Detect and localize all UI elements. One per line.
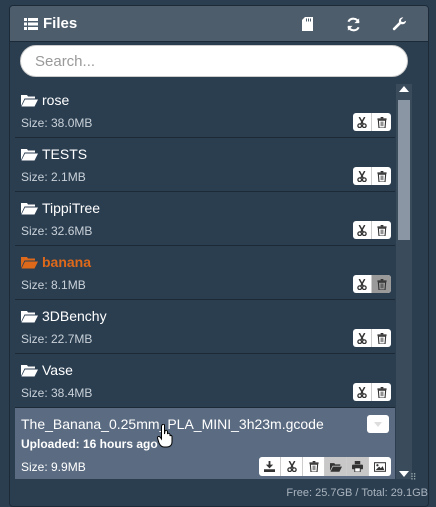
folder-actions	[353, 113, 391, 131]
download-icon	[264, 461, 275, 472]
file-uploaded: Uploaded: 16 hours ago	[21, 437, 158, 451]
folder-item[interactable]: 3DBenchy Size: 22.7MB	[15, 300, 395, 354]
delete-button[interactable]	[372, 383, 391, 401]
folder-name: rose	[21, 92, 69, 108]
trash-icon	[376, 224, 387, 236]
folder-size: Size: 8.1MB	[21, 278, 86, 292]
panel-title-text: Files	[43, 15, 78, 32]
folder-name: 3DBenchy	[21, 308, 107, 324]
scroll-up-arrow[interactable]	[399, 86, 409, 92]
trash-icon	[376, 278, 387, 290]
gcode-file-item[interactable]: The_Banana_0.25mm_PLA_MINI_3h23m.gcode U…	[15, 408, 395, 479]
folder-size: Size: 2.1MB	[21, 170, 86, 184]
folder-name: Vase	[21, 362, 73, 378]
folder-actions	[353, 383, 391, 401]
folder-size: Size: 22.7MB	[21, 332, 93, 346]
folder-open-icon	[21, 310, 38, 322]
file-list-scrollbar[interactable]	[396, 84, 412, 479]
scroll-thumb[interactable]	[398, 100, 410, 240]
folder-open-icon	[329, 462, 342, 472]
delete-button[interactable]	[372, 167, 391, 185]
folder-open-icon	[21, 202, 38, 214]
folder-actions	[353, 221, 391, 239]
folder-name: TESTS	[21, 146, 87, 162]
preview-button[interactable]	[369, 457, 391, 476]
folder-name: TippiTree	[21, 200, 100, 216]
delete-button[interactable]	[372, 113, 391, 131]
print-button[interactable]	[347, 457, 369, 476]
cut-button[interactable]	[281, 457, 303, 476]
storage-info: Free: 25.7GB / Total: 29.1GB	[286, 487, 428, 499]
scroll-down-arrow[interactable]	[399, 471, 409, 477]
file-size: Size: 9.9MB	[21, 460, 86, 474]
sd-card-icon	[301, 17, 313, 31]
folder-name-label: TippiTree	[42, 200, 101, 216]
trash-icon	[308, 461, 319, 472]
folder-open-icon	[21, 364, 38, 376]
refresh-icon	[346, 17, 360, 31]
print-icon	[352, 461, 363, 472]
chevron-down-icon	[374, 421, 382, 427]
cut-button[interactable]	[353, 113, 372, 131]
search-container	[20, 45, 408, 77]
file-actions	[259, 457, 391, 476]
folder-name-label: banana	[42, 254, 92, 270]
folder-item[interactable]: TESTS Size: 2.1MB	[15, 138, 395, 192]
folder-actions	[353, 275, 391, 293]
settings-button[interactable]	[376, 6, 422, 42]
scissors-icon	[357, 386, 367, 398]
cut-button[interactable]	[353, 167, 372, 185]
load-button[interactable]	[325, 457, 347, 476]
folder-name: banana	[21, 254, 91, 270]
cut-button[interactable]	[353, 329, 372, 347]
scissors-icon	[357, 116, 367, 128]
trash-icon	[376, 386, 387, 398]
scissors-icon	[357, 170, 367, 182]
folder-item[interactable]: TippiTree Size: 32.6MB	[15, 192, 395, 246]
panel-header: Files	[10, 6, 428, 42]
delete-button[interactable]	[372, 221, 391, 239]
download-button[interactable]	[259, 457, 281, 476]
cut-button[interactable]	[353, 383, 372, 401]
folder-open-icon	[21, 148, 38, 160]
scissors-icon	[357, 332, 367, 344]
cut-button[interactable]	[353, 221, 372, 239]
folder-size: Size: 38.4MB	[21, 386, 93, 400]
folder-item[interactable]: rose Size: 38.0MB	[15, 84, 395, 138]
wrench-icon	[392, 16, 406, 30]
scissors-icon	[357, 224, 367, 236]
folder-actions	[353, 167, 391, 185]
delete-button[interactable]	[303, 457, 325, 476]
delete-button[interactable]	[372, 275, 391, 293]
folder-name-label: 3DBenchy	[42, 308, 107, 324]
scissors-icon	[286, 461, 297, 472]
folder-item[interactable]: banana Size: 8.1MB	[15, 246, 395, 300]
folder-size: Size: 38.0MB	[21, 116, 93, 130]
trash-icon	[376, 332, 387, 344]
refresh-button[interactable]	[330, 6, 376, 42]
resize-grip-icon[interactable]: ⠿	[410, 472, 417, 483]
folder-name-label: TESTS	[42, 146, 88, 162]
sd-card-button[interactable]	[284, 6, 330, 42]
expand-toggle-button[interactable]	[367, 415, 389, 433]
folder-name-label: rose	[42, 92, 70, 108]
trash-icon	[376, 170, 387, 182]
folder-name-label: Vase	[42, 362, 73, 378]
scissors-icon	[357, 278, 367, 290]
search-input[interactable]	[20, 45, 408, 77]
panel-title: Files	[24, 15, 77, 32]
hand-cursor-icon	[157, 424, 173, 448]
image-icon	[374, 461, 386, 472]
list-icon	[24, 17, 38, 30]
folder-item[interactable]: Vase Size: 38.4MB	[15, 354, 395, 408]
folder-size: Size: 32.6MB	[21, 224, 93, 238]
folder-open-icon	[21, 94, 38, 106]
cut-button[interactable]	[353, 275, 372, 293]
trash-icon	[376, 116, 387, 128]
delete-button[interactable]	[372, 329, 391, 347]
file-list: rose Size: 38.0MB TESTS Size: 2.1MB TippiTre…	[15, 84, 395, 479]
folder-open-icon	[21, 256, 38, 268]
folder-actions	[353, 329, 391, 347]
